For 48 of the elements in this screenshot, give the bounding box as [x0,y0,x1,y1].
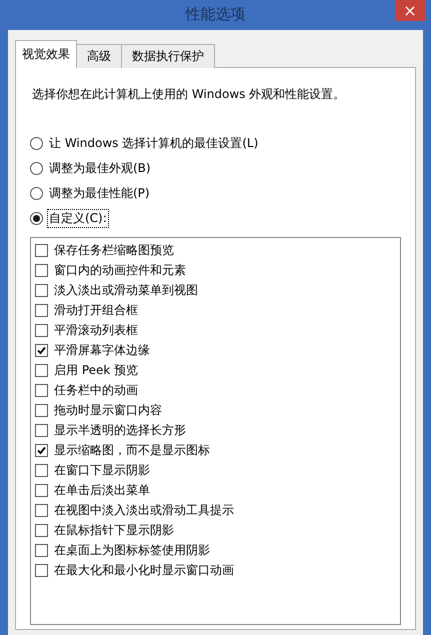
checkbox[interactable] [35,344,48,356]
checkbox-label[interactable]: 任务栏中的动画 [54,382,138,398]
checkbox[interactable] [35,284,48,296]
checkbox[interactable] [35,264,48,276]
checkbox-label[interactable]: 在窗口下显示阴影 [54,462,150,478]
radio-label[interactable]: 自定义(C): [47,209,109,228]
checkbox[interactable] [35,444,48,456]
checkbox-label[interactable]: 在最大化和最小化时显示窗口动画 [54,562,234,578]
checkbox-label[interactable]: 窗口内的动画控件和元素 [54,262,186,278]
checkbox-label[interactable]: 在单击后淡出菜单 [54,482,150,498]
checkbox-label[interactable]: 平滑屏幕字体边缘 [54,342,150,358]
checkbox[interactable] [35,304,48,316]
checkbox[interactable] [35,524,48,536]
checkbox[interactable] [35,244,48,256]
radio-button[interactable] [30,137,43,150]
radio-label[interactable]: 让 Windows 选择计算机的最佳设置(L) [47,134,260,153]
radio-label[interactable]: 调整为最佳外观(B) [47,159,153,178]
close-button[interactable]: × [395,0,425,21]
checkbox[interactable] [35,364,48,376]
checkbox[interactable] [35,324,48,336]
radio-button[interactable] [30,187,43,200]
checkbox-label[interactable]: 显示缩略图，而不是显示图标 [54,442,210,458]
checkbox[interactable] [35,424,48,436]
description-text: 选择你想在此计算机上使用的 Windows 外观和性能设置。 [32,86,346,103]
radio-label[interactable]: 调整为最佳性能(P) [47,184,152,203]
checkbox[interactable] [35,504,48,516]
checkbox[interactable] [35,544,48,556]
checkbox[interactable] [35,384,48,396]
checkbox-label[interactable]: 启用 Peek 预览 [54,362,138,378]
checkbox-label[interactable]: 平滑滚动列表框 [54,322,138,338]
checkbox[interactable] [35,404,48,416]
window-title: 性能选项 [186,5,246,24]
tab[interactable]: 数据执行保护 [121,44,215,68]
checkbox[interactable] [35,564,48,576]
checkbox-label[interactable]: 在鼠标指针下显示阴影 [54,522,174,538]
checkbox-label[interactable]: 淡入淡出或滑动菜单到视图 [54,282,198,298]
checkbox-label[interactable]: 在桌面上为图标标签使用阴影 [54,542,210,558]
tab[interactable]: 高级 [76,44,122,68]
checkbox[interactable] [35,484,48,496]
radio-button[interactable] [30,212,43,225]
checkbox[interactable] [35,464,48,476]
checkbox-label[interactable]: 在视图中淡入淡出或滑动工具提示 [54,502,234,518]
tab[interactable]: 视觉效果 [15,40,77,68]
checkbox-label[interactable]: 保存任务栏缩略图预览 [54,242,174,258]
checkbox-label[interactable]: 显示半透明的选择长方形 [54,422,186,438]
checkbox-label[interactable]: 拖动时显示窗口内容 [54,402,162,418]
radio-button[interactable] [30,162,43,175]
checkbox-label[interactable]: 滑动打开组合框 [54,302,138,318]
